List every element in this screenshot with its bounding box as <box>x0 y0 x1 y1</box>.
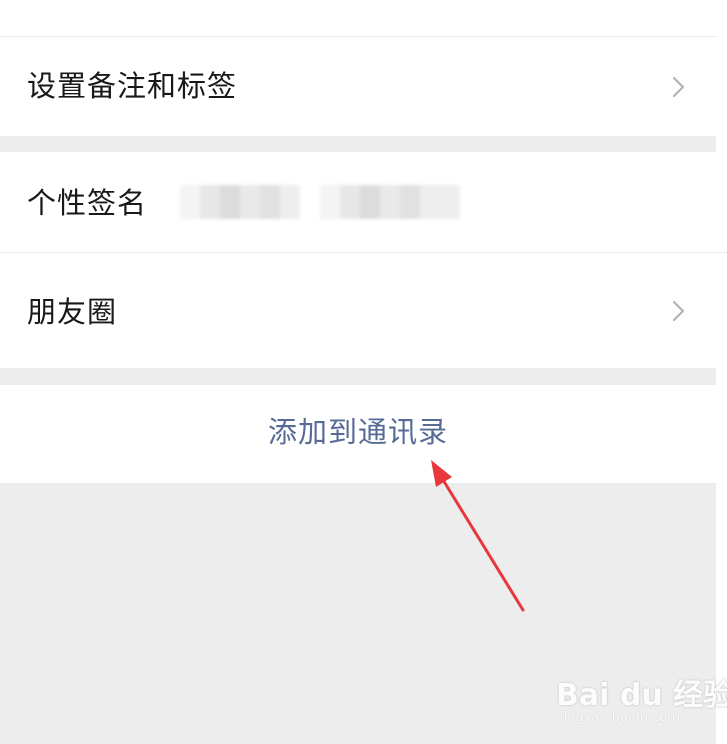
chevron-right-icon <box>666 75 690 99</box>
chevron-right-icon <box>666 299 690 323</box>
add-to-contacts-label: 添加到通讯录 <box>267 417 448 449</box>
row-label-remark-tags: 设置备注和标签 <box>27 69 238 103</box>
row-signature: 个性签名 <box>0 152 716 252</box>
row-label-signature: 个性签名 <box>27 186 148 220</box>
row-label-moments: 朋友圈 <box>27 295 118 329</box>
baidu-jingyan-watermark: Bai du 经验 jingyan.baidu.com <box>556 660 727 730</box>
signature-blurred-text <box>180 185 300 219</box>
add-to-contacts-button[interactable]: 添加到通讯录 <box>0 385 716 483</box>
row-moments[interactable]: 朋友圈 <box>0 253 716 368</box>
signature-blurred-text <box>320 185 460 219</box>
row-divider <box>27 368 652 369</box>
watermark-logo: Bai du 经验 <box>556 678 727 713</box>
watermark-url: jingyan.baidu.com <box>560 710 680 725</box>
contact-profile-screen: 设置备注和标签 个性签名 朋友圈 添加到通讯录 Bai du 经验 jingya… <box>0 0 727 744</box>
top-row-remnant <box>0 0 716 37</box>
row-set-remark-and-tags[interactable]: 设置备注和标签 <box>0 37 716 136</box>
right-gutter <box>716 0 727 744</box>
